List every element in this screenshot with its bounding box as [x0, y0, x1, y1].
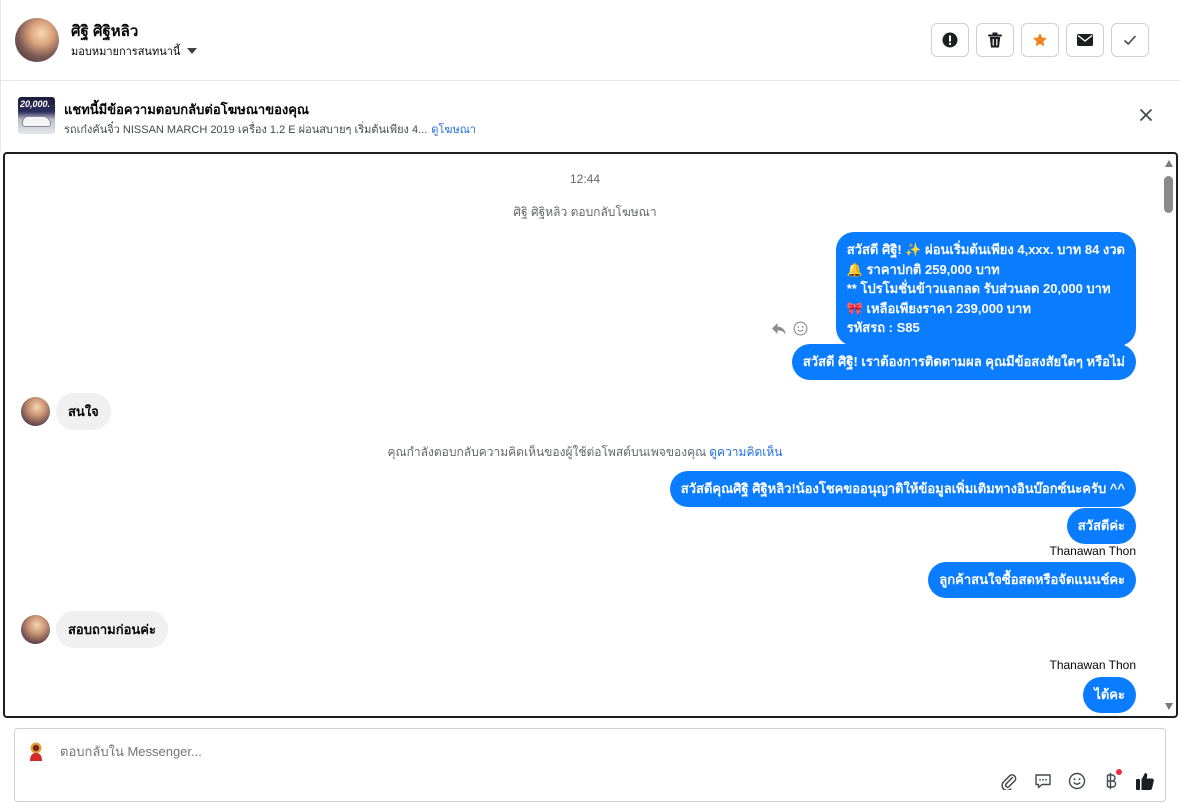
star-icon	[1033, 33, 1047, 47]
incoming-message-bubble[interactable]: สอบถามก่อนค่ะ	[56, 611, 168, 648]
ad-thumbnail[interactable]: 20,000.	[18, 97, 55, 134]
message-thread[interactable]: 12:44 ศิฐิ ศิฐิหลิว ตอบกลับโฆษณา สวัสดี …	[3, 152, 1178, 718]
message-line: ** โปรโมชั่นข้าวแลกลด รับส่วนลด 20,000 บ…	[846, 281, 1111, 296]
ad-reply-note: ศิฐิ ศิฐิหลิว ตอบกลับโฆษณา	[513, 205, 657, 219]
payment-button[interactable]	[1101, 769, 1122, 791]
outgoing-message-bubble[interactable]: ได้คะ	[1083, 677, 1136, 713]
message-line: 🔔 ราคาปกติ 259,000 บาท	[846, 261, 1000, 277]
check-icon	[1123, 35, 1137, 46]
alert-icon	[942, 32, 958, 48]
ad-reply-banner: 20,000. แชทนี้มีข้อความตอบกลับต่อโฆษณาขอ…	[0, 81, 1180, 151]
reply-icon[interactable]	[771, 322, 787, 336]
ad-description: รถเก๋งคันจิ๋ว NISSAN MARCH 2019 เครื่อง …	[64, 120, 476, 138]
message-line: รหัสรถ : S85	[846, 320, 920, 335]
avatar[interactable]	[21, 615, 50, 644]
saved-replies-button[interactable]	[1033, 771, 1053, 791]
caret-down-icon	[187, 48, 198, 54]
sender-name: Thanawan Thon	[1049, 544, 1136, 558]
ad-banner-title: แชทนี้มีข้อความตอบกลับต่อโฆษณาของคุณ	[64, 102, 309, 117]
promo-message-bubble[interactable]: สวัสดี ศิฐิ! ✨ ผ่อนเริ่มต้นเพียง 4,xxx. …	[835, 232, 1136, 346]
ad-description-text: รถเก๋งคันจิ๋ว NISSAN MARCH 2019 เครื่อง …	[64, 124, 428, 136]
scrollbar[interactable]	[1162, 154, 1176, 716]
message-line: 🎀 เหลือเพียงราคา 239,000 บาท	[846, 300, 1031, 316]
message-actions	[771, 321, 808, 336]
comment-notice-text: คุณกำลังตอบกลับความคิดเห็นของผู้ใช้ต่อโพ…	[387, 445, 707, 459]
star-button[interactable]	[1021, 23, 1059, 57]
header-actions	[931, 23, 1149, 57]
timestamp: 12:44	[569, 172, 601, 186]
avatar[interactable]	[15, 18, 59, 62]
incoming-message-bubble[interactable]: สนใจ	[56, 393, 111, 430]
thumbs-up-icon	[1136, 773, 1154, 791]
emoji-reaction-icon[interactable]	[793, 321, 808, 336]
close-icon[interactable]	[1138, 107, 1154, 123]
outgoing-message-bubble[interactable]: สวัสดีคุณศิฐิ ศิฐิหลิว!น้องโชคขออนุญาติใ…	[669, 471, 1136, 507]
paperclip-icon	[1001, 774, 1017, 790]
ad-thumbnail-badge: 20,000.	[20, 99, 51, 109]
scroll-down-arrow-icon[interactable]	[1165, 703, 1173, 710]
conversation-header: ศิฐิ ศิฐิหลิว มอบหมายการสนทนานี้	[0, 0, 1180, 81]
assign-label: มอบหมายการสนทนานี้	[71, 46, 181, 58]
message-line: สวัสดี ศิฐิ! ✨ ผ่อนเริ่มต้นเพียง 4,xxx. …	[846, 242, 1125, 257]
composer-tools	[999, 769, 1155, 791]
emoji-button[interactable]	[1067, 771, 1087, 791]
car-image	[22, 116, 51, 127]
contact-name[interactable]: ศิฐิ ศิฐิหลิว	[71, 19, 138, 43]
baht-icon	[1106, 773, 1117, 789]
page-avatar	[24, 739, 48, 763]
scrollbar-thumb[interactable]	[1164, 176, 1173, 213]
mark-done-button[interactable]	[1111, 23, 1149, 57]
mark-unread-button[interactable]	[1066, 23, 1104, 57]
view-ad-link[interactable]: ดูโฆษณา	[431, 124, 476, 136]
report-spam-button[interactable]	[931, 23, 969, 57]
chat-bubble-icon	[1035, 774, 1051, 789]
reply-composer	[14, 728, 1166, 802]
like-button[interactable]	[1135, 771, 1155, 791]
outgoing-message-bubble[interactable]: สวัสดีค่ะ	[1066, 508, 1136, 544]
page-logo-icon	[30, 742, 42, 761]
smiley-icon	[1068, 772, 1086, 790]
delete-button[interactable]	[976, 23, 1014, 57]
followup-message-bubble[interactable]: สวัสดี ศิฐิ! เราต้องการติดตามผล คุณมีข้อ…	[791, 344, 1136, 380]
outgoing-message-bubble[interactable]: ลูกค้าสนใจซื้อสดหรือจัดแนนช์คะ	[928, 562, 1136, 598]
trash-icon	[988, 32, 1002, 48]
comment-reply-notice: คุณกำลังตอบกลับความคิดเห็นของผู้ใช้ต่อโพ…	[5, 443, 1165, 462]
notification-dot	[1116, 769, 1122, 775]
assign-conversation-dropdown[interactable]: มอบหมายการสนทนานี้	[71, 42, 198, 60]
sender-name: Thanawan Thon	[1049, 658, 1136, 672]
message-input[interactable]	[60, 744, 960, 759]
attach-button[interactable]	[999, 771, 1019, 791]
view-comment-link[interactable]: ดูความคิดเห็น	[709, 445, 782, 459]
envelope-icon	[1077, 34, 1093, 46]
scroll-up-arrow-icon[interactable]	[1165, 160, 1173, 167]
avatar[interactable]	[21, 397, 50, 426]
